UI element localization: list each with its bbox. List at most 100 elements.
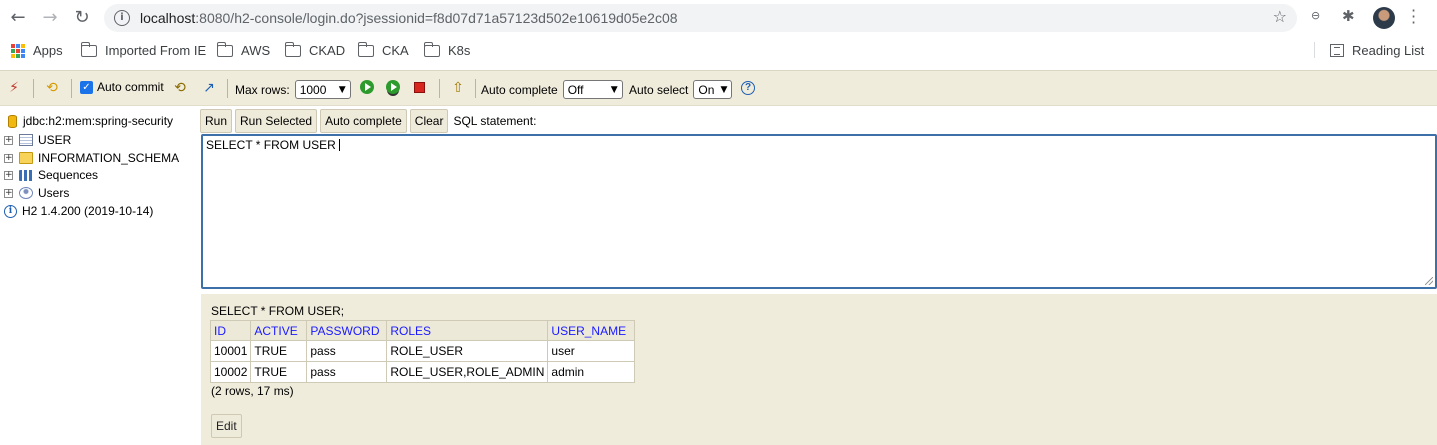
run-selected-button[interactable]: Run Selected <box>235 109 318 133</box>
run-button[interactable]: Run <box>200 109 233 133</box>
expand-icon[interactable]: + <box>4 188 13 198</box>
help-icon: ? <box>741 81 755 95</box>
url-host: localhost <box>140 10 196 26</box>
table-row: 10002 TRUE pass ROLE_USER,ROLE_ADMIN adm… <box>209 361 636 383</box>
auto-complete-select[interactable]: Off ▼ <box>562 80 623 99</box>
result-summary: (2 rows, 17 ms) <box>211 384 294 398</box>
expand-icon[interactable]: + <box>4 135 13 145</box>
text-caret <box>338 139 340 151</box>
divider <box>475 79 476 98</box>
sql-editor[interactable]: SELECT * FROM USER <box>201 134 1437 289</box>
tree-item-label: INFORMATION_SCHEMA <box>38 151 180 165</box>
version-label: H2 1.4.200 (2019-10-14) <box>22 204 154 218</box>
result-statement: SELECT * FROM USER; <box>211 304 345 318</box>
play-selected-icon <box>386 80 400 94</box>
column-header[interactable]: ID <box>209 320 252 341</box>
expand-icon[interactable]: + <box>4 170 13 180</box>
auto-commit-checkbox[interactable]: ✓ <box>80 80 93 94</box>
folder-icon <box>217 41 233 57</box>
menu-icon[interactable]: · · · <box>1411 3 1419 31</box>
tree-item-sequences[interactable]: + Sequences <box>0 167 98 183</box>
divider <box>71 79 72 98</box>
auto-select-select[interactable]: On ▼ <box>693 80 733 99</box>
bookmark-label: Apps <box>33 43 63 58</box>
divider <box>227 79 228 98</box>
max-rows-value: 1000 <box>299 82 327 97</box>
clear-button[interactable]: Clear <box>409 109 449 133</box>
reload-icon[interactable]: ↻ <box>72 8 92 28</box>
auto-complete-value: Off <box>567 82 584 97</box>
bookmark-label: AWS <box>241 43 271 58</box>
rollback-icon[interactable]: ⟲ <box>172 80 188 96</box>
tree-item-users[interactable]: + Users <box>0 185 69 201</box>
bookmark-label: K8s <box>448 43 471 58</box>
max-rows-control: Max rows: 1000 ▼ <box>235 80 351 99</box>
table-cell: user <box>547 340 636 362</box>
auto-complete-label: Auto complete <box>481 82 558 97</box>
auto-complete-button[interactable]: Auto complete <box>320 109 407 133</box>
link-extension-icon[interactable]: ⊖ <box>1311 9 1320 22</box>
table-row: 10001 TRUE pass ROLE_USER user <box>209 340 636 362</box>
help-button[interactable]: ? <box>741 81 755 95</box>
column-header[interactable]: ACTIVE <box>250 320 308 341</box>
table-cell: ROLE_USER <box>386 340 549 362</box>
chevron-down-icon: ▼ <box>338 84 346 95</box>
play-icon <box>360 80 374 94</box>
bookmark-apps[interactable]: Apps <box>11 43 63 58</box>
folder-icon <box>358 41 374 57</box>
users-icon <box>19 187 33 199</box>
expand-icon[interactable]: + <box>4 153 13 163</box>
table-cell: pass <box>306 361 388 383</box>
table-icon <box>19 134 33 146</box>
bookmark-star-icon[interactable]: ☆ <box>1273 7 1287 26</box>
url-text[interactable]: localhost:8080/h2-console/login.do?jsess… <box>140 10 678 26</box>
sql-text: SELECT * FROM USER <box>206 138 336 152</box>
tree-connection[interactable]: jdbc:h2:mem:spring-security <box>0 113 173 129</box>
resize-handle[interactable] <box>1425 277 1433 285</box>
column-header[interactable]: ROLES <box>386 320 549 341</box>
bookmark-ckad[interactable]: CKAD <box>285 41 346 58</box>
bookmark-cka[interactable]: CKA <box>358 41 409 58</box>
sequences-icon <box>19 169 33 181</box>
forward-icon[interactable]: → <box>40 8 60 28</box>
edit-button[interactable]: Edit <box>211 414 242 438</box>
bookmark-label: CKAD <box>309 43 346 58</box>
object-tree: jdbc:h2:mem:spring-security + USER + INF… <box>0 106 196 445</box>
auto-commit-toggle[interactable]: ✓ Auto commit <box>80 80 164 94</box>
bookmark-aws[interactable]: AWS <box>217 41 271 58</box>
auto-commit-label: Auto commit <box>97 80 164 94</box>
table-cell: pass <box>306 340 388 362</box>
puzzle-icon[interactable]: ✱ <box>1342 7 1355 25</box>
folder-icon <box>19 152 33 164</box>
run-icon[interactable] <box>360 80 374 94</box>
column-header[interactable]: PASSWORD <box>306 320 388 341</box>
url-path: :8080/h2-console/login.do?jsessionid=f8d… <box>195 10 678 26</box>
run-selected-icon[interactable] <box>386 80 400 94</box>
tree-item-user[interactable]: + USER <box>0 132 71 148</box>
max-rows-select[interactable]: 1000 ▼ <box>294 80 351 99</box>
stop-icon[interactable] <box>414 82 425 93</box>
reading-list-button[interactable]: Reading List <box>1330 43 1424 58</box>
info-icon: i <box>4 204 17 218</box>
auto-select-value: On <box>698 82 715 97</box>
bookmark-k8s[interactable]: K8s <box>424 41 471 58</box>
results-panel: SELECT * FROM USER; ID ACTIVE PASSWORD R… <box>201 294 1437 445</box>
tree-item-information-schema[interactable]: + INFORMATION_SCHEMA <box>0 150 179 166</box>
divider <box>439 79 440 98</box>
h2-toolbar: ⚡ ⟲ ✓ Auto commit ⟲ ↗ Max rows: 1000 ▼ ⇧ … <box>0 70 1437 106</box>
refresh-icon[interactable]: ⟲ <box>44 80 60 96</box>
column-header[interactable]: USER_NAME <box>547 320 636 341</box>
disconnect-icon[interactable]: ⚡ <box>6 80 22 96</box>
site-info-icon[interactable]: i <box>114 10 130 26</box>
divider <box>1314 42 1315 58</box>
bookmark-imported-from-ie[interactable]: Imported From IE <box>81 41 206 58</box>
divider <box>33 79 34 98</box>
address-bar[interactable]: i localhost:8080/h2-console/login.do?jse… <box>104 4 1297 32</box>
commit-icon[interactable]: ↗ <box>201 80 217 96</box>
table-cell: ROLE_USER,ROLE_ADMIN <box>386 361 549 383</box>
reading-list-icon <box>1330 44 1344 57</box>
history-icon[interactable]: ⇧ <box>450 80 466 96</box>
table-cell: TRUE <box>250 340 308 362</box>
back-icon[interactable]: ← <box>8 8 28 28</box>
avatar[interactable] <box>1373 7 1395 29</box>
